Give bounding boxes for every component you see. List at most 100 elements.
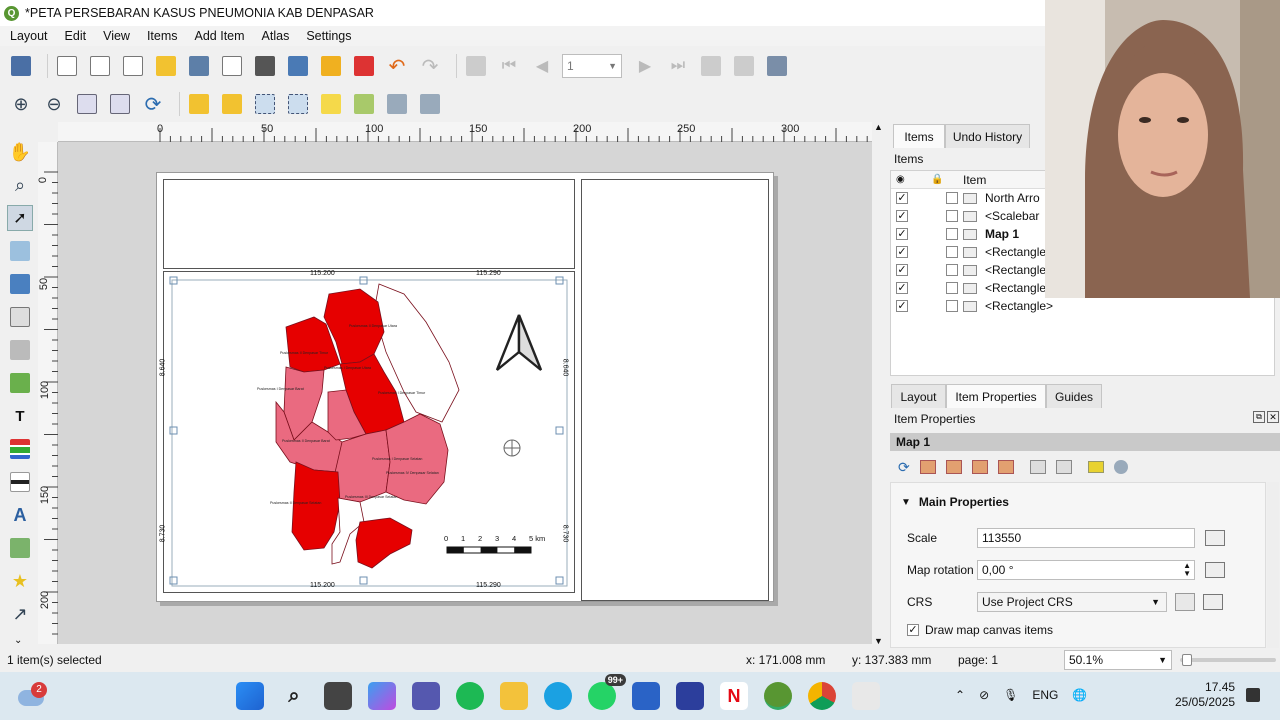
copilot-icon[interactable] [368, 682, 396, 710]
zoom-slider[interactable] [1180, 654, 1276, 666]
new-layout-icon[interactable] [54, 53, 80, 79]
tab-layout[interactable]: Layout [891, 384, 946, 408]
redo-icon[interactable]: ↷ [417, 53, 443, 79]
next-feature-icon[interactable]: ▶ [632, 53, 658, 79]
spin-arrows-icon[interactable]: ▲ ▼ [1183, 562, 1191, 578]
qgis-taskbar-icon[interactable] [764, 682, 792, 710]
align-icon[interactable] [351, 91, 377, 117]
map-frame[interactable]: Puskesmas II Denpasar Utara Puskesmas II … [159, 270, 575, 593]
scroll-up-icon[interactable]: ▲ [872, 122, 885, 132]
zoom-100-icon[interactable] [74, 91, 100, 117]
lock-checkbox[interactable] [946, 210, 958, 222]
data-defined-override-icon[interactable] [1205, 562, 1225, 578]
windows-start-icon[interactable] [236, 682, 264, 710]
edit-nodes-icon[interactable] [7, 271, 33, 297]
properties-scrollbar[interactable] [1267, 482, 1279, 648]
main-properties-header[interactable]: ▼ Main Properties [901, 495, 1009, 509]
add-north-arrow-icon[interactable]: A [7, 502, 33, 528]
menu-atlas[interactable]: Atlas [252, 29, 297, 43]
atlas-settings-icon[interactable] [463, 53, 489, 79]
notification-icon[interactable] [1246, 688, 1260, 702]
menu-view[interactable]: View [93, 29, 137, 43]
add-arrow-icon[interactable]: ↗ [7, 601, 33, 627]
distribute-icon[interactable] [384, 91, 410, 117]
task-view-icon[interactable] [324, 682, 352, 710]
menu-edit[interactable]: Edit [55, 29, 94, 43]
lock-checkbox[interactable] [946, 246, 958, 258]
clock[interactable]: 17.45 25/05/2025 [1175, 680, 1235, 710]
save-layout-icon[interactable] [8, 53, 34, 79]
zoom-out-icon[interactable]: ⊖ [41, 91, 67, 117]
set-map-extent-icon[interactable] [919, 460, 936, 474]
zoom-slider-handle[interactable] [1182, 654, 1192, 666]
add-3d-map-icon[interactable] [7, 337, 33, 363]
export-image-icon[interactable] [285, 53, 311, 79]
canvas-vertical-scrollbar[interactable]: ▲ ▼ [872, 122, 885, 648]
scale-input[interactable]: 113550 [977, 528, 1195, 548]
raise-items-icon[interactable] [318, 91, 344, 117]
menu-settings[interactable]: Settings [296, 29, 358, 43]
file-explorer-icon[interactable] [500, 682, 528, 710]
search-icon[interactable]: ⌕ [280, 682, 308, 710]
select-move-icon[interactable]: ➚ [7, 205, 33, 231]
vscode-like-icon[interactable] [676, 682, 704, 710]
items-tree-row[interactable]: ✓ <Rectangle> [891, 297, 1274, 315]
collapse-icon[interactable]: ▼ [901, 497, 911, 508]
duplicate-layout-icon[interactable] [87, 53, 113, 79]
visibility-checkbox[interactable]: ✓ [896, 210, 908, 222]
page-setup-icon[interactable] [219, 53, 245, 79]
first-feature-icon[interactable]: ⏮ [496, 53, 522, 79]
select-crs-icon[interactable] [1175, 593, 1195, 611]
save-template-icon[interactable] [186, 53, 212, 79]
data-defined-override-icon[interactable] [1203, 594, 1223, 610]
export-svg-icon[interactable] [318, 53, 344, 79]
export-pdf-icon[interactable] [351, 53, 377, 79]
undo-icon[interactable]: ↶ [384, 53, 410, 79]
theme-icon[interactable] [1113, 460, 1128, 474]
lock-items-icon[interactable] [186, 91, 212, 117]
zoom-select[interactable]: 50.1% ▼ [1064, 650, 1172, 670]
spotify-icon[interactable] [456, 682, 484, 710]
view-extent-in-canvas-icon[interactable] [945, 460, 962, 474]
edge-icon[interactable] [544, 682, 572, 710]
float-panel-icon[interactable]: ⧉ [1253, 411, 1265, 423]
add-marker-icon[interactable]: ★ [7, 568, 33, 594]
tab-item-properties[interactable]: Item Properties [946, 384, 1046, 408]
data-defined-override-icon[interactable] [1205, 530, 1225, 546]
select-all-icon[interactable] [252, 91, 278, 117]
visibility-checkbox[interactable]: ✓ [896, 228, 908, 240]
title-rectangle[interactable] [163, 179, 575, 269]
whatsapp-icon[interactable]: 99+ [588, 674, 626, 710]
tab-undo-history[interactable]: Undo History [945, 124, 1030, 148]
zoom-full-icon[interactable] [107, 91, 133, 117]
pan-icon[interactable]: ✋ [7, 139, 33, 165]
add-shape-icon[interactable] [7, 535, 33, 561]
refresh-icon[interactable]: ⟳ [140, 91, 166, 117]
layout-page[interactable]: Puskesmas II Denpasar Utara Puskesmas II … [156, 172, 774, 602]
atlas-page-select[interactable]: 1 ▼ [562, 54, 622, 78]
menu-layout[interactable]: Layout [0, 29, 55, 43]
atlas-export-icon[interactable] [731, 53, 757, 79]
print-icon[interactable] [252, 53, 278, 79]
add-map-icon[interactable] [7, 304, 33, 330]
netflix-icon[interactable]: N [720, 682, 748, 710]
lock-checkbox[interactable] [946, 228, 958, 240]
lock-checkbox[interactable] [946, 264, 958, 276]
close-panel-icon[interactable]: ✕ [1267, 411, 1279, 423]
store-icon[interactable] [632, 682, 660, 710]
legend-rectangle[interactable] [581, 179, 769, 601]
lock-checkbox[interactable] [946, 192, 958, 204]
visibility-checkbox[interactable]: ✓ [896, 192, 908, 204]
visibility-checkbox[interactable]: ✓ [896, 282, 908, 294]
scroll-down-icon[interactable]: ▼ [872, 636, 885, 646]
rotation-spinbox[interactable]: 0,00 ° ▲ ▼ [977, 560, 1195, 580]
bookmark-icon[interactable] [1029, 460, 1046, 474]
prev-feature-icon[interactable]: ◀ [529, 53, 555, 79]
layout-canvas[interactable]: Puskesmas II Denpasar Utara Puskesmas II … [58, 142, 872, 644]
draw-canvas-items-checkbox[interactable]: ✓ [907, 624, 919, 636]
tab-items[interactable]: Items [893, 124, 945, 148]
atlas-print-icon[interactable] [698, 53, 724, 79]
menu-add-item[interactable]: Add Item [185, 29, 252, 43]
clipping-icon[interactable] [1055, 460, 1072, 474]
add-picture-icon[interactable] [7, 370, 33, 396]
